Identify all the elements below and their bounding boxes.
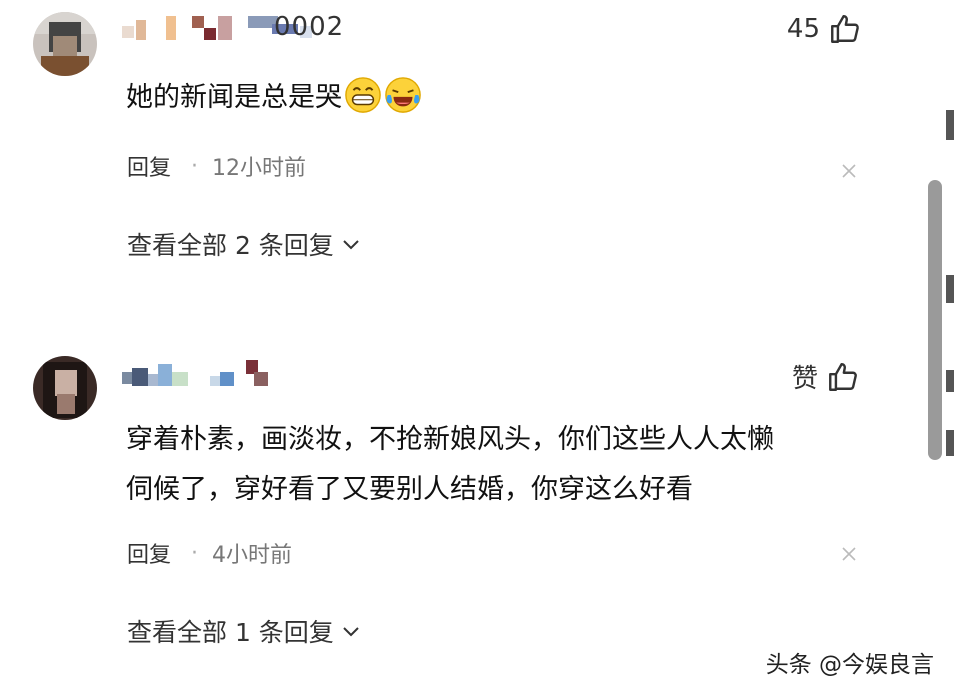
comment-meta: 回复 · 4小时前 (127, 537, 292, 569)
offscreen-text-fragment (946, 430, 954, 456)
scrollbar[interactable] (928, 180, 942, 460)
avatar[interactable] (33, 356, 97, 420)
like-count: 45 (786, 14, 820, 44)
chevron-down-icon (343, 627, 359, 637)
like-button[interactable]: 赞 (792, 358, 860, 395)
offscreen-text-fragment (946, 110, 954, 140)
avatar[interactable] (33, 12, 97, 76)
close-icon[interactable] (840, 162, 858, 180)
reply-button[interactable]: 回复 (127, 150, 171, 182)
timestamp: 12小时前 (212, 156, 307, 181)
close-icon[interactable] (840, 545, 858, 563)
username-masked[interactable] (122, 360, 282, 392)
like-button[interactable]: 45 (787, 12, 862, 46)
like-label: 赞 (791, 364, 818, 394)
grinning-face-emoji (345, 77, 381, 113)
timestamp: 4小时前 (212, 543, 293, 568)
comment-meta: 回复 · 12小时前 (127, 150, 306, 182)
tears-of-joy-emoji (385, 77, 421, 113)
view-all-replies-button[interactable]: 查看全部 1 条回复 (127, 613, 362, 649)
offscreen-text-fragment (946, 275, 954, 303)
offscreen-text-fragment (946, 370, 954, 392)
username-suffix: 0002 (274, 12, 345, 42)
watermark: 头条 @今娱良言 (765, 652, 934, 678)
comment-text: 穿着朴素，画淡妆，不抢新娘风头，你们这些人人太懒 伺候了，穿好看了又要别人结婚，… (126, 424, 774, 505)
separator-dot: · (191, 153, 199, 179)
username-masked[interactable]: 0002 (122, 12, 345, 44)
comment-text: 她的新闻是总是哭 (126, 73, 422, 123)
comments-page: 0002 45 她的新闻是总是哭 回复 · 12小时前 查看全部 2 条回复 穿… (0, 0, 954, 692)
chevron-down-icon (343, 240, 359, 250)
thumbs-up-icon (831, 15, 859, 43)
reply-button[interactable]: 回复 (127, 537, 171, 569)
separator-dot: · (191, 540, 199, 566)
view-all-replies-button[interactable]: 查看全部 2 条回复 (127, 226, 362, 262)
thumbs-up-icon (829, 362, 857, 391)
